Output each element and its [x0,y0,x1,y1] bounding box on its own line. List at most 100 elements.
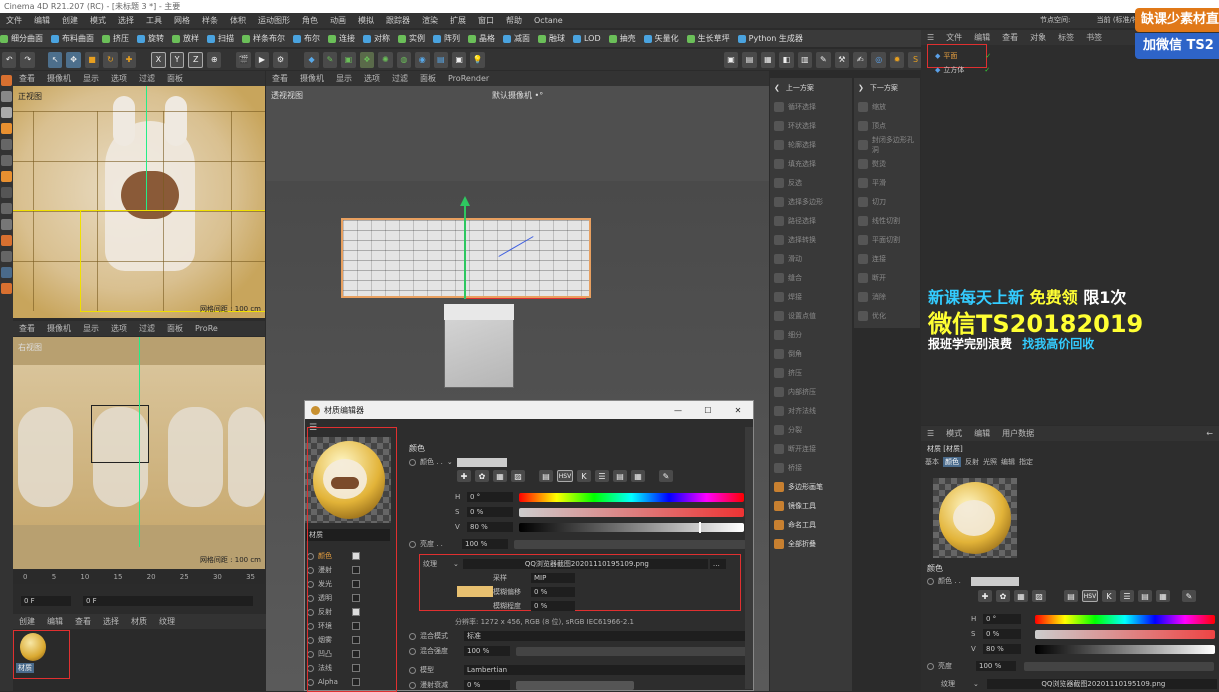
command-button[interactable]: 镜像工具 [770,497,852,515]
hamburger-icon[interactable]: ☰ [927,33,934,42]
node-space[interactable]: 节点空间: 当前 (标准/物理) [1040,13,1149,28]
command-button[interactable]: 封闭多边形孔洞 [854,136,920,154]
frame-current-field[interactable]: 0 F [83,596,253,606]
am-h-field[interactable]: 0 ° [983,614,1021,624]
color-wheel-icon[interactable]: ✿ [996,590,1010,602]
vp-menu-item[interactable]: 选项 [364,73,380,84]
command-button[interactable]: 全部折叠 [770,535,852,553]
command-button[interactable]: 对齐法线 [770,402,852,420]
menu-item[interactable]: 体积 [230,13,246,28]
toolbar-button[interactable]: 阵列 [433,30,460,47]
command-button[interactable]: 平滑 [854,174,920,192]
grid-swatch-icon[interactable]: ▦ [631,470,645,482]
toolbar-button[interactable]: 扫描 [207,30,234,47]
toolbar-button[interactable]: 生长草坪 [686,30,730,47]
menu-item[interactable]: 工具 [146,13,162,28]
menu-item[interactable]: Octane [534,13,563,28]
color-wheel-icon[interactable]: ✿ [475,470,489,482]
vp-menu-item[interactable]: 面板 [167,73,183,84]
plane-object[interactable] [341,218,591,298]
command-button[interactable]: 断开 [854,269,920,287]
mm-menu-item[interactable]: 选择 [103,616,119,627]
command-button[interactable]: 环状选择 [770,117,852,135]
snap-icon[interactable] [1,187,12,198]
menu-item[interactable]: 选择 [118,13,134,28]
am-tab-active[interactable]: 颜色 [943,457,961,467]
magnet-icon[interactable] [1,235,12,246]
am-texture-file[interactable]: QQ浏览器截图20201110195109.png [986,679,1217,689]
visibility-check-icon[interactable]: ✓ [984,66,990,74]
mat-h-field[interactable]: 0 ° [467,492,513,502]
chevron-down-icon[interactable]: ⌄ [447,458,453,466]
mat-mix-strength-field[interactable]: 100 % [464,646,510,656]
vp-menu-item[interactable]: 摄像机 [47,73,71,84]
rgb-icon[interactable]: ▤ [539,470,553,482]
mixer-icon[interactable]: ☰ [595,470,609,482]
menu-item[interactable]: 帮助 [506,13,522,28]
prev-scheme-button[interactable]: ❮ 上一方案 [770,79,852,97]
am-tab[interactable]: 光照 [983,457,997,467]
toolbar-button[interactable]: 放样 [172,30,199,47]
mat-s-field[interactable]: 0 % [467,507,513,517]
toolbar-button[interactable]: 对称 [363,30,390,47]
toolbar-button[interactable]: 融球 [538,30,565,47]
command-button[interactable]: 路径选择 [770,212,852,230]
command-button[interactable]: 线性切割 [854,212,920,230]
kelvin-icon[interactable]: K [1102,590,1116,602]
mat-diffuse-falloff-field[interactable]: 0 % [464,680,510,690]
toolbar-button[interactable]: 晶格 [468,30,495,47]
axis-icon[interactable] [1,203,12,214]
mm-menu-item[interactable]: 纹理 [159,616,175,627]
menu-item[interactable]: 文件 [6,13,22,28]
kelvin-icon[interactable]: K [577,470,591,482]
mat-val-slider[interactable] [519,521,744,533]
toolbar-button[interactable]: 样条布尔 [242,30,285,47]
toolbar-button[interactable]: 挤压 [102,30,129,47]
am-color-swatch[interactable] [970,576,1019,586]
menu-item[interactable]: 网格 [174,13,190,28]
eyedropper-icon[interactable]: ✎ [659,470,673,482]
transform-icon[interactable]: ✚ [121,51,137,68]
am-tab[interactable]: 编辑 [1001,457,1015,467]
y-axis-lock-button[interactable]: Y [169,51,185,68]
spectrum-icon[interactable]: ▦ [1014,590,1028,602]
cube-mode-icon[interactable] [1,91,12,102]
redo-icon[interactable]: ↷ [20,51,35,68]
command-button[interactable]: 循环选择 [770,98,852,116]
render-settings-icon[interactable]: ⚙ [273,51,288,68]
view-icon[interactable]: ◧ [779,51,794,68]
light-icon[interactable]: 💡 [470,51,485,68]
brush-icon[interactable]: ✎ [816,51,831,68]
am-brightness-slider[interactable] [1024,661,1214,671]
mat-blur-offset-field[interactable]: 0 % [531,587,575,597]
texture-thumbnail[interactable] [457,586,493,597]
vp-menu-item[interactable]: 选项 [111,73,127,84]
am-menu-item[interactable]: 模式 [946,428,962,439]
hsv-icon[interactable]: HSV [1082,590,1098,602]
am-v-field[interactable]: 80 % [983,644,1021,654]
mat-sampling-select[interactable]: MIP [531,573,575,583]
mat-blur-scale-field[interactable]: 0 % [531,601,575,611]
right-viewport[interactable]: 右视图 网格间距 : 100 cm [13,337,265,569]
toolbar-button[interactable]: Python 生成器 [737,30,803,47]
sculpt-icon[interactable]: ✍ [853,51,868,68]
z-axis-lock-button[interactable]: Z [188,51,204,68]
rgb-icon[interactable]: ▤ [1064,590,1078,602]
command-button[interactable]: 顶点 [854,117,920,135]
minimize-icon[interactable]: — [663,406,693,415]
lock-icon[interactable] [1,219,12,230]
timeline[interactable]: 0 5 10 15 20 25 30 35 [13,570,265,584]
render-tool-icon[interactable]: ▣ [723,51,739,68]
vp-menu-item[interactable]: 查看 [19,323,35,334]
toolbar-button[interactable]: 抽壳 [608,30,636,47]
next-scheme-button[interactable]: ❯ 下一方案 [854,79,920,97]
am-menu-item[interactable]: 用户数据 [1002,428,1034,439]
command-button[interactable]: 填充选择 [770,155,852,173]
chevron-down-icon[interactable]: ⌄ [973,680,979,688]
edges-mode-icon[interactable] [1,155,12,166]
am-s-field[interactable]: 0 % [983,629,1021,639]
menu-item[interactable]: 渲染 [422,13,438,28]
toolbar-button[interactable]: 细分曲面 [0,30,43,47]
mat-sat-slider[interactable] [519,507,744,517]
x-axis-lock-button[interactable]: X [151,51,166,68]
